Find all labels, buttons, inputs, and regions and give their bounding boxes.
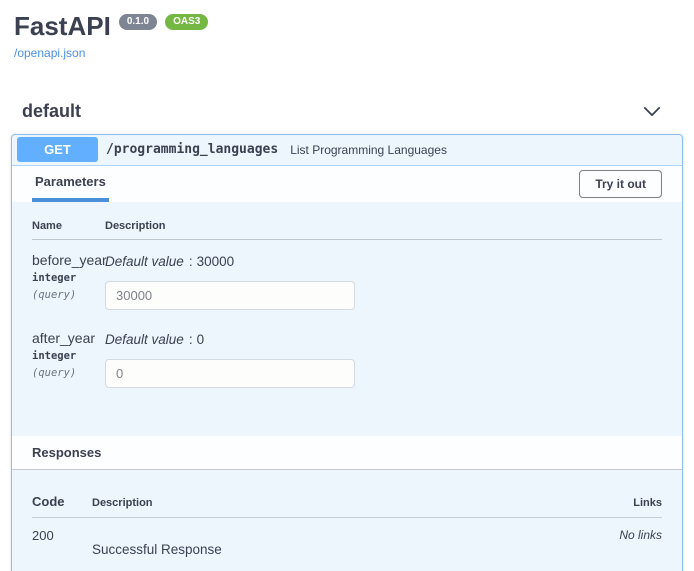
col-header-description: Description [105, 220, 662, 232]
parameter-default-text: Default value:0 [105, 332, 662, 347]
tab-parameters[interactable]: Parameters [32, 166, 109, 202]
col-header-description: Description [92, 497, 592, 509]
tag-section-header[interactable]: default [11, 101, 683, 122]
response-row: 200 Successful Response No links [32, 518, 662, 557]
parameter-name: after_year [32, 330, 105, 346]
page-title: FastAPI [14, 12, 111, 41]
col-header-code: Code [32, 494, 92, 509]
col-header-links: Links [633, 497, 662, 509]
method-get-badge[interactable]: GET [17, 137, 98, 162]
parameters-section-header: Parameters Try it out [12, 166, 682, 202]
parameter-location: (query) [32, 367, 105, 379]
operation-path: /programming_languages [106, 142, 278, 157]
opblock-summary[interactable]: GET /programming_languages List Programm… [12, 135, 682, 166]
parameter-type: integer [32, 350, 105, 362]
after-year-input[interactable] [105, 359, 355, 388]
parameter-row: after_year integer (query) Default value… [32, 318, 662, 396]
before-year-input[interactable] [105, 281, 355, 310]
parameters-table: Name Description before_year integer (qu… [12, 202, 682, 436]
parameter-name: before_year [32, 252, 105, 268]
response-links: No links [619, 528, 662, 542]
parameter-location: (query) [32, 289, 105, 301]
version-badge: 0.1.0 [119, 14, 157, 30]
info-header: FastAPI 0.1.0 OAS3 /openapi.json [0, 0, 694, 62]
oas3-badge: OAS3 [165, 14, 208, 30]
responses-title: Responses [32, 445, 101, 460]
responses-section-header: Responses [12, 436, 682, 470]
parameter-type: integer [32, 272, 105, 284]
openapi-spec-link[interactable]: /openapi.json [14, 46, 85, 60]
opblock-get: GET /programming_languages List Programm… [11, 134, 683, 571]
tag-name: default [22, 101, 81, 122]
response-description: Successful Response [92, 528, 592, 557]
responses-table: Code Description Links 200 Successful Re… [12, 470, 682, 571]
operation-summary-text: List Programming Languages [290, 143, 447, 157]
parameter-default-text: Default value:30000 [105, 254, 662, 269]
parameter-row: before_year integer (query) Default valu… [32, 240, 662, 318]
try-it-out-button[interactable]: Try it out [579, 170, 662, 198]
col-header-name: Name [32, 220, 105, 232]
response-code: 200 [32, 528, 92, 543]
chevron-down-icon[interactable] [643, 106, 661, 117]
